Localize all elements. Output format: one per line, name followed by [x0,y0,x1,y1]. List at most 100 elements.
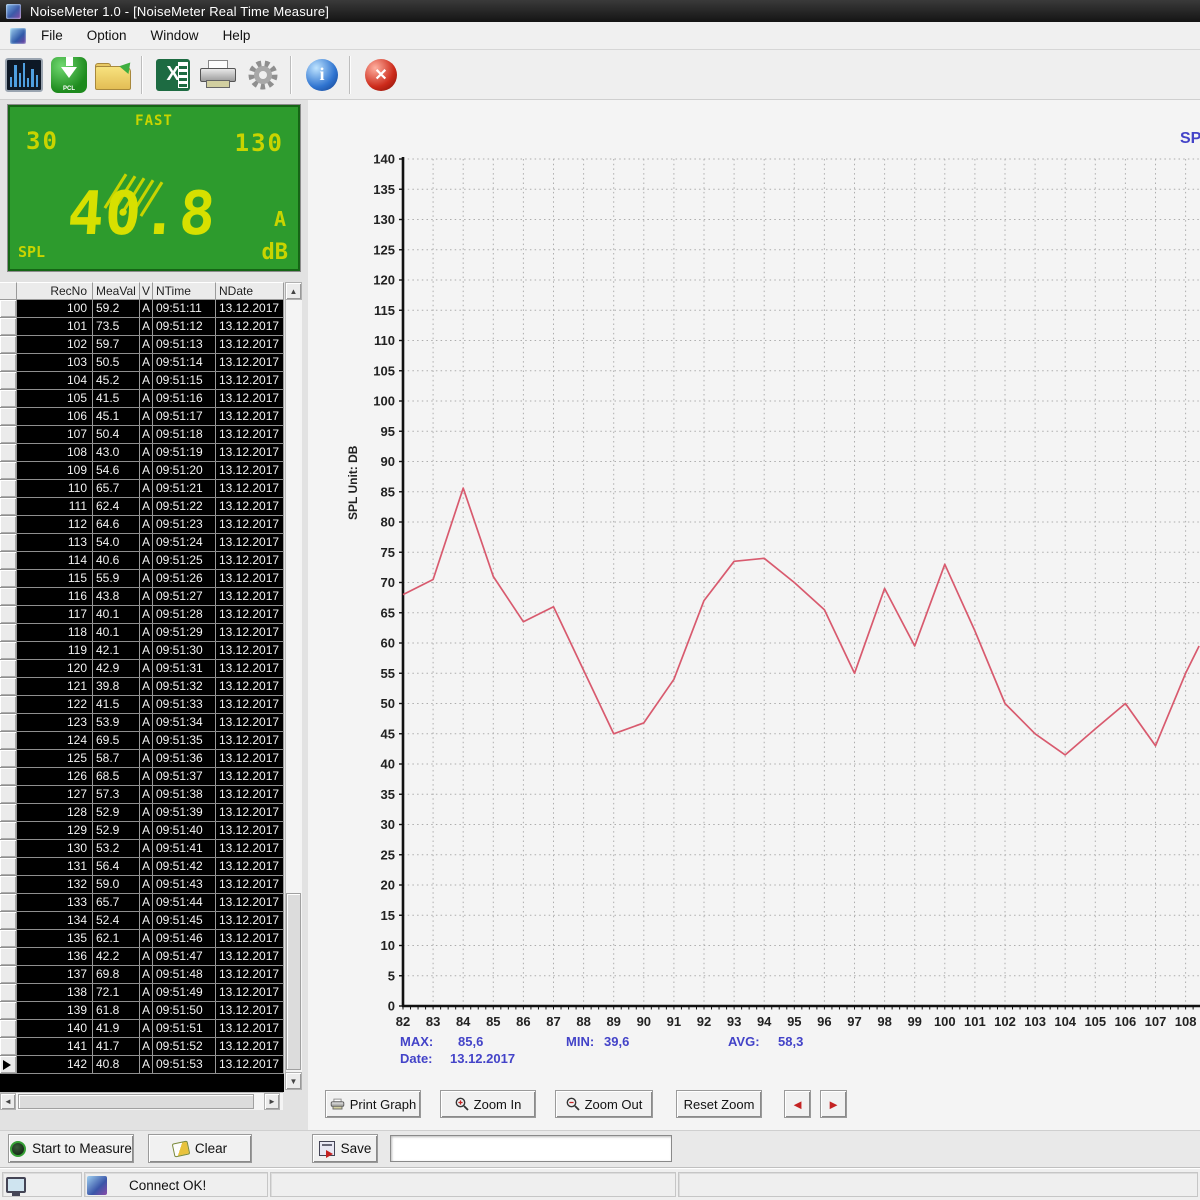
table-cell: 65.7 [93,480,140,497]
table-row[interactable]: 13961.8A09:51:5013.12.2017 [0,1002,284,1020]
table-row[interactable]: 13452.4A09:51:4513.12.2017 [0,912,284,930]
table-row[interactable]: 11840.1A09:51:2913.12.2017 [0,624,284,642]
table-row[interactable]: 14041.9A09:51:5113.12.2017 [0,1020,284,1038]
table-row[interactable]: 12952.9A09:51:4013.12.2017 [0,822,284,840]
column-header-v[interactable]: V [140,282,153,300]
table-scroll-down-button[interactable]: ▼ [285,1072,302,1090]
row-header-cell [0,570,17,587]
table-row[interactable]: 13053.2A09:51:4113.12.2017 [0,840,284,858]
exit-button[interactable]: ✕ [360,54,402,96]
table-row[interactable]: 11440.6A09:51:2513.12.2017 [0,552,284,570]
pan-left-button[interactable]: ◄ [784,1090,811,1118]
table-row[interactable]: 12668.5A09:51:3713.12.2017 [0,768,284,786]
column-header-recno[interactable]: RecNo [17,282,93,300]
svg-text:10: 10 [381,938,395,953]
table-body[interactable]: 10059.2A09:51:1113.12.201710173.5A09:51:… [0,300,284,1092]
zoom-in-icon [455,1097,469,1111]
computer-icon [6,1177,26,1193]
menu-window[interactable]: Window [142,25,208,46]
column-header-ndate[interactable]: NDate [216,282,284,300]
table-cell: 138 [17,984,93,1001]
column-header-meaval[interactable]: MeaVal [93,282,140,300]
table-row[interactable]: 10259.7A09:51:1313.12.2017 [0,336,284,354]
table-cell: A [140,660,153,677]
download-from-device-button[interactable]: PCL [48,54,90,96]
table-row[interactable]: 13259.0A09:51:4313.12.2017 [0,876,284,894]
svg-text:90: 90 [381,454,395,469]
table-cell: A [140,894,153,911]
table-row[interactable]: 13562.1A09:51:4613.12.2017 [0,930,284,948]
table-row[interactable]: 13156.4A09:51:4213.12.2017 [0,858,284,876]
table-row[interactable]: 13872.1A09:51:4913.12.2017 [0,984,284,1002]
print-button[interactable] [197,54,239,96]
table-vertical-scroll-thumb[interactable] [286,893,301,1070]
table-row[interactable]: 14240.8A09:51:5313.12.2017 [0,1056,284,1074]
print-graph-button[interactable]: Print Graph [325,1090,421,1118]
svg-text:115: 115 [374,303,395,318]
zoom-out-button[interactable]: Zoom Out [555,1090,653,1118]
table-row[interactable]: 10843.0A09:51:1913.12.2017 [0,444,284,462]
table-cell: 41.5 [93,696,140,713]
table-row[interactable]: 12558.7A09:51:3613.12.2017 [0,750,284,768]
table-row[interactable]: 11162.4A09:51:2213.12.2017 [0,498,284,516]
table-scroll-up-button[interactable]: ▲ [285,282,302,300]
table-row[interactable]: 11065.7A09:51:2113.12.2017 [0,480,284,498]
table-row[interactable]: 10350.5A09:51:1413.12.2017 [0,354,284,372]
table-row[interactable]: 13642.2A09:51:4713.12.2017 [0,948,284,966]
table-row[interactable]: 11643.8A09:51:2713.12.2017 [0,588,284,606]
svg-text:80: 80 [381,515,395,530]
table-row[interactable]: 13365.7A09:51:4413.12.2017 [0,894,284,912]
table-row[interactable]: 10173.5A09:51:1213.12.2017 [0,318,284,336]
column-header-ntime[interactable]: NTime [153,282,216,300]
info-icon: i [306,59,338,91]
table-row[interactable]: 12757.3A09:51:3813.12.2017 [0,786,284,804]
info-button[interactable]: i [301,54,343,96]
open-file-button[interactable] [93,54,135,96]
clear-button[interactable]: Clear [148,1134,252,1163]
menu-file[interactable]: File [32,25,72,46]
waveform-display-button[interactable] [3,54,45,96]
menu-option[interactable]: Option [78,25,136,46]
table-cell: 114 [17,552,93,569]
mdi-child-icon[interactable] [10,28,26,44]
table-row[interactable]: 10541.5A09:51:1613.12.2017 [0,390,284,408]
export-excel-button[interactable]: X [152,54,194,96]
pan-right-button[interactable]: ► [820,1090,847,1118]
table-row[interactable]: 11354.0A09:51:2413.12.2017 [0,534,284,552]
zoom-in-button[interactable]: Zoom In [440,1090,536,1118]
table-row[interactable]: 11740.1A09:51:2813.12.2017 [0,606,284,624]
table-row[interactable]: 12852.9A09:51:3913.12.2017 [0,804,284,822]
row-header-cell [0,858,17,875]
table-row[interactable]: 12469.5A09:51:3513.12.2017 [0,732,284,750]
table-cell: 09:51:37 [153,768,216,785]
table-row[interactable]: 13769.8A09:51:4813.12.2017 [0,966,284,984]
filename-input[interactable] [390,1135,672,1162]
table-row[interactable]: 10954.6A09:51:2013.12.2017 [0,462,284,480]
table-row[interactable]: 11264.6A09:51:2313.12.2017 [0,516,284,534]
table-row[interactable]: 11942.1A09:51:3013.12.2017 [0,642,284,660]
table-horizontal-scroll-thumb[interactable] [18,1094,254,1109]
table-cell: 09:51:50 [153,1002,216,1019]
table-row[interactable]: 12353.9A09:51:3413.12.2017 [0,714,284,732]
reset-zoom-button[interactable]: Reset Zoom [676,1090,762,1118]
table-cell: 13.12.2017 [216,714,284,731]
table-cell: 13.12.2017 [216,354,284,371]
start-to-measure-button[interactable]: Start to Measure [8,1134,134,1163]
table-cell: 09:51:19 [153,444,216,461]
menu-help[interactable]: Help [214,25,260,46]
save-button[interactable]: Save [312,1134,378,1163]
table-row[interactable]: 10059.2A09:51:1113.12.2017 [0,300,284,318]
table-row[interactable]: 10645.1A09:51:1713.12.2017 [0,408,284,426]
table-cell: 127 [17,786,93,803]
table-row[interactable]: 10750.4A09:51:1813.12.2017 [0,426,284,444]
table-row[interactable]: 10445.2A09:51:1513.12.2017 [0,372,284,390]
settings-button[interactable] [242,54,284,96]
table-row[interactable]: 12042.9A09:51:3113.12.2017 [0,660,284,678]
title-bar[interactable]: NoiseMeter 1.0 - [NoiseMeter Real Time M… [0,0,1200,22]
table-scroll-right-button[interactable]: ► [264,1093,280,1110]
table-scroll-left-button[interactable]: ◄ [0,1093,16,1110]
table-row[interactable]: 11555.9A09:51:2613.12.2017 [0,570,284,588]
table-row[interactable]: 14141.7A09:51:5213.12.2017 [0,1038,284,1056]
table-row[interactable]: 12139.8A09:51:3213.12.2017 [0,678,284,696]
table-row[interactable]: 12241.5A09:51:3313.12.2017 [0,696,284,714]
